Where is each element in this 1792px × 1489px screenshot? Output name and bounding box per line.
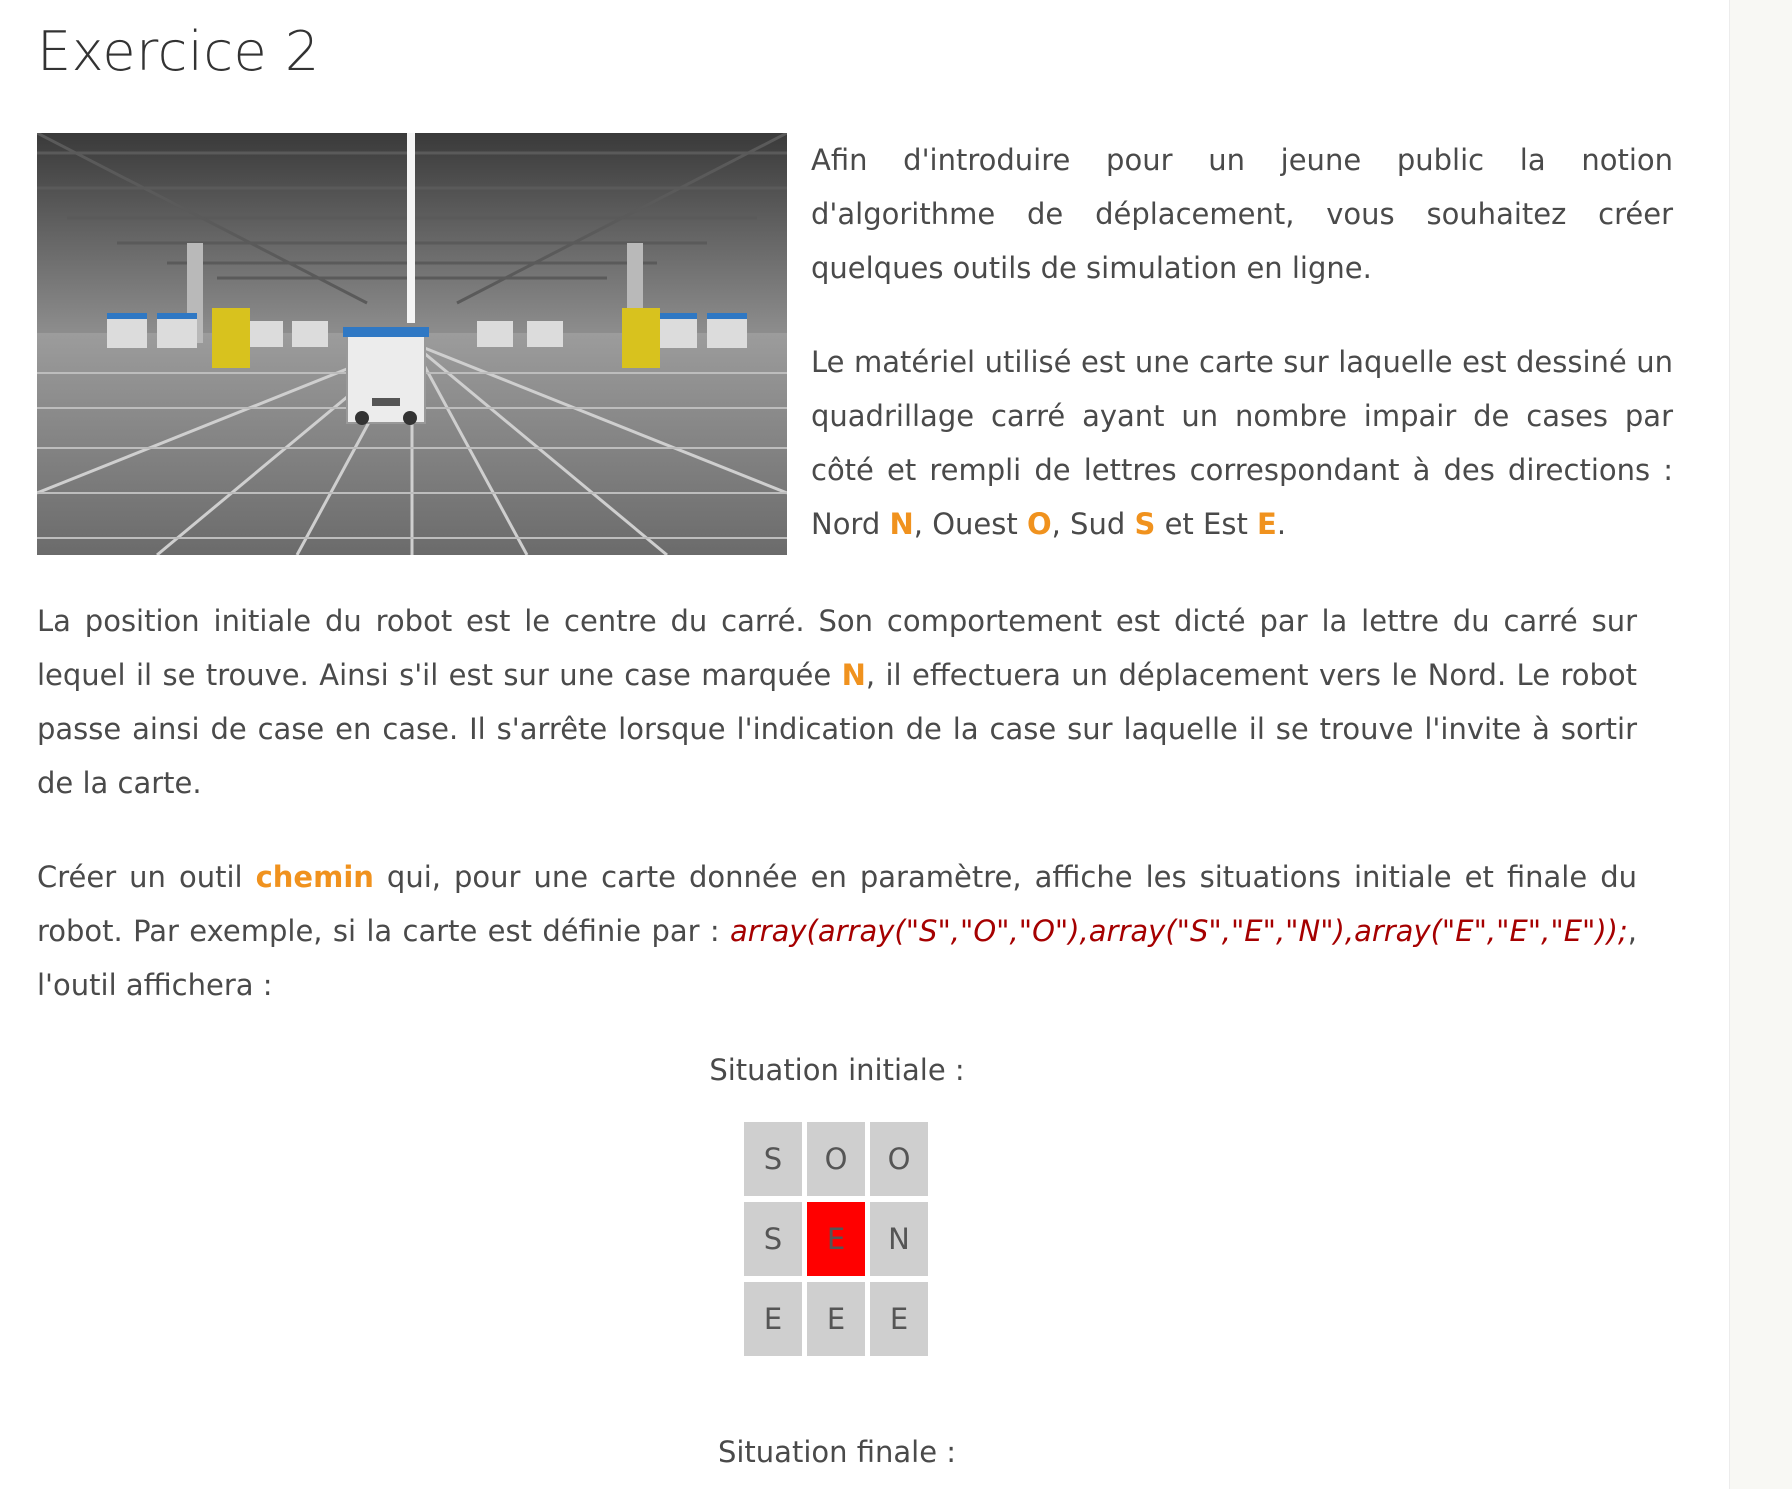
intro-paragraph-1: Afin d'introduire pour un jeune public l… xyxy=(811,143,1673,285)
right-side-rail xyxy=(1729,0,1792,1489)
letter-o-highlight: O xyxy=(1026,507,1052,541)
warehouse-robot-photo xyxy=(37,133,787,555)
letter-n-highlight: N xyxy=(841,658,866,692)
grid-cell: O xyxy=(807,1122,865,1196)
letter-e-highlight: E xyxy=(1257,507,1277,541)
letter-n-highlight: N xyxy=(889,507,914,541)
grid-cell: E xyxy=(744,1282,802,1356)
grid-cell: N xyxy=(870,1202,928,1276)
text-span: Créer un outil xyxy=(37,860,256,894)
intro-paragraph-2: Le matériel utilisé est une carte sur la… xyxy=(811,335,1673,551)
tool-name-highlight: chemin xyxy=(255,860,374,894)
paragraph-3: La position initiale du robot est le cen… xyxy=(37,594,1637,810)
grid-cell: E xyxy=(807,1282,865,1356)
text-span: . xyxy=(1276,507,1287,541)
grid-cell: E xyxy=(870,1282,928,1356)
intro-text: Afin d'introduire pour un jeune public l… xyxy=(811,133,1673,551)
map-grid: S O O S E N E E E xyxy=(744,1122,928,1356)
code-example: array(array("S","O","O"),array("S","E","… xyxy=(729,914,1628,948)
text-span: , Ouest xyxy=(913,507,1027,541)
grid-cell: O xyxy=(870,1122,928,1196)
text-span: et Est xyxy=(1155,507,1258,541)
situation-initiale-label: Situation initiale : xyxy=(709,1053,965,1087)
text-span: , Sud xyxy=(1051,507,1135,541)
paragraph-4: Créer un outil chemin qui, pour une cart… xyxy=(37,850,1637,1012)
situation-finale-label: Situation finale : xyxy=(717,1435,957,1469)
body-text: La position initiale du robot est le cen… xyxy=(37,594,1637,1012)
grid-cell: S xyxy=(744,1122,802,1196)
letter-s-highlight: S xyxy=(1134,507,1156,541)
robot-cell: E xyxy=(807,1202,865,1276)
page-title: Exercice 2 xyxy=(37,20,320,83)
grid-cell: S xyxy=(744,1202,802,1276)
